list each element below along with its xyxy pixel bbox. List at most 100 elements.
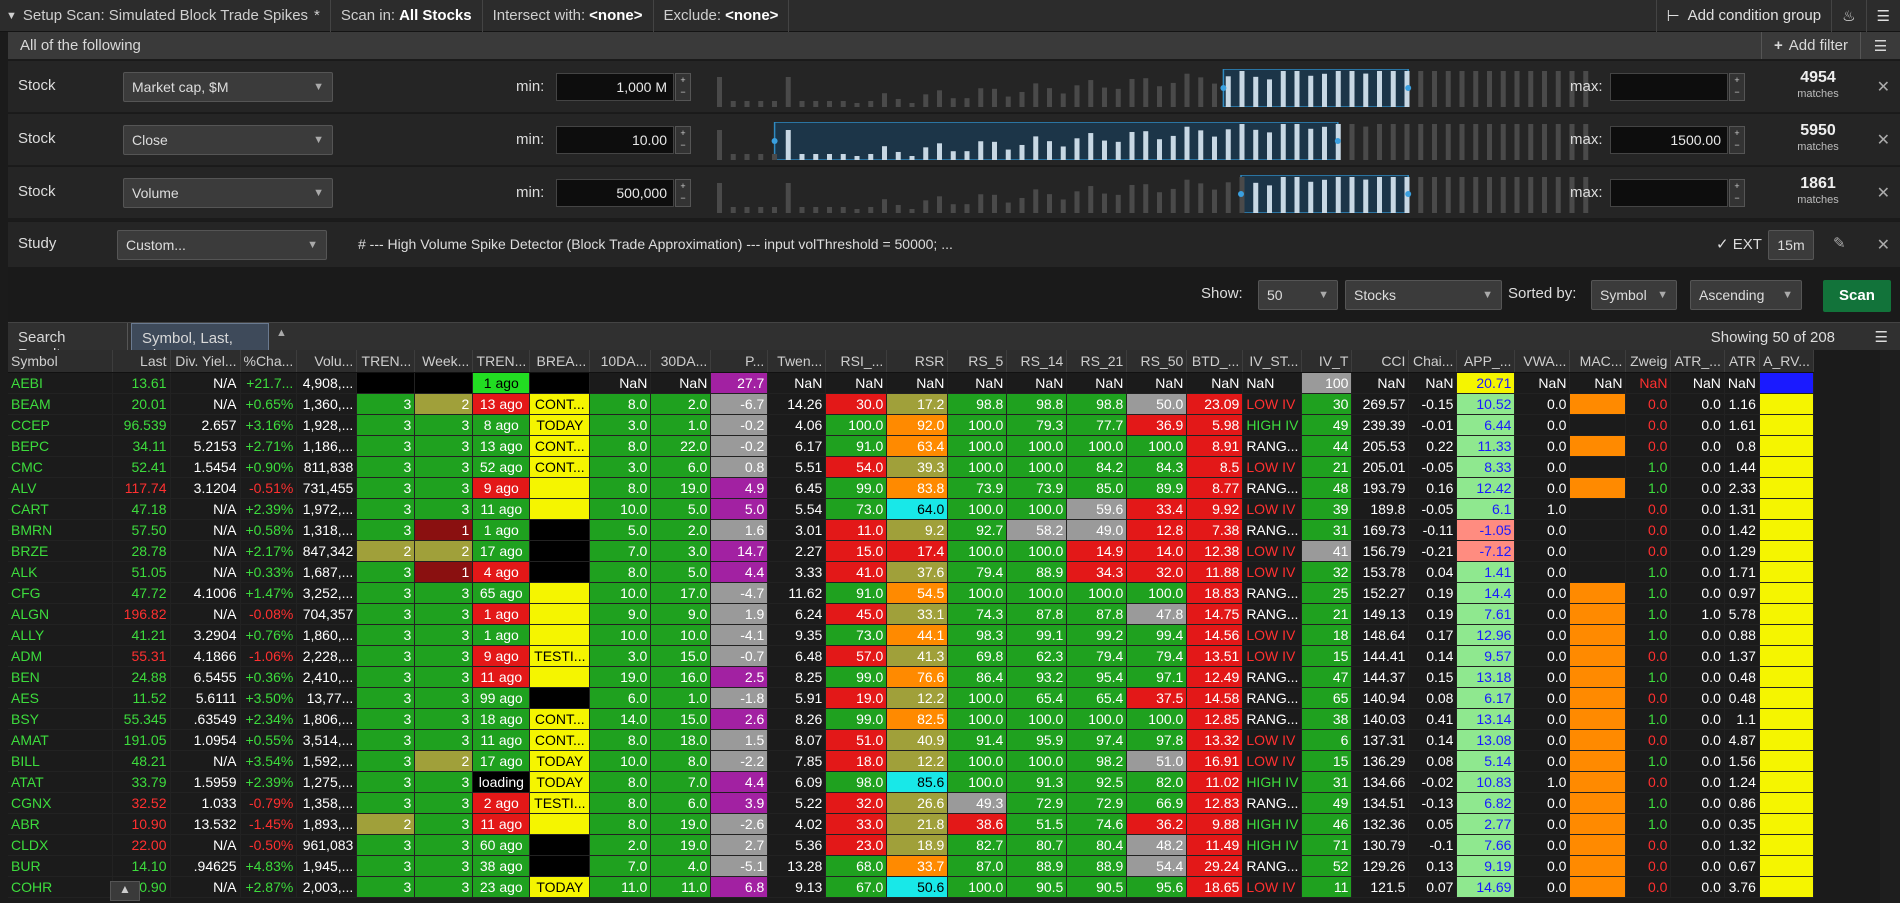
filter-field-dropdown[interactable]: Close ▼ [123, 125, 333, 155]
column-header[interactable]: RS_21 [1066, 350, 1128, 373]
table-row[interactable]: ALK 51.05 N/A +0.33% 1,687,... 3 1 4 ago 8.0 5.0 4… [8, 561, 1814, 583]
column-header[interactable]: Symbol [8, 350, 113, 373]
column-header[interactable]: CCI [1351, 350, 1410, 373]
add-condition-group-button[interactable]: ⊢ Add condition group [1655, 0, 1832, 32]
table-cell[interactable]: BUR [8, 855, 113, 877]
table-cell[interactable]: BEPC [8, 435, 113, 457]
max-stepper[interactable]: + − [1729, 179, 1745, 207]
scan-setup-title[interactable]: ▼ Setup Scan: Simulated Block Trade Spik… [0, 0, 331, 32]
range-handle[interactable] [1238, 191, 1244, 197]
table-cell[interactable]: ADM [8, 645, 113, 667]
table-row[interactable]: AEBI 13.61 N/A +21.7... 4,908,... 1 ago NaN NaN… [8, 372, 1814, 394]
edit-pencil-icon[interactable]: ✎ [1833, 234, 1846, 252]
universe-dropdown[interactable]: Stocks ▼ [1345, 280, 1502, 310]
column-header[interactable]: RSI_... [825, 350, 888, 373]
study-code-preview[interactable]: # --- High Volume Spike Detector (Block … [358, 236, 953, 252]
table-cell[interactable]: CFG [8, 582, 113, 604]
table-row[interactable]: CLDX 22.00 N/A -0.50% 961,083 3 3 60 ago 2.0 19.0… [8, 834, 1814, 856]
range-handle[interactable] [1220, 85, 1227, 91]
column-set-selector[interactable]: Symbol, Last, Di... [131, 323, 269, 364]
search-results-tab[interactable]: Search Results [8, 323, 128, 363]
max-input[interactable]: 1500.00 [1610, 126, 1728, 154]
table-cell[interactable]: BILL [8, 750, 113, 772]
table-cell[interactable]: BRZE [8, 540, 113, 562]
min-stepper[interactable]: + − [675, 73, 691, 101]
filter-field-dropdown[interactable]: Volume ▼ [123, 178, 333, 208]
table-cell[interactable]: ABR [8, 813, 113, 835]
table-row[interactable]: ABR 10.90 13.532 -1.45% 1,893,... 2 3 11 ago 8.0… [8, 813, 1814, 835]
column-header[interactable]: BREA... [529, 350, 591, 373]
table-row[interactable]: AMAT 191.05 1.0954 +0.55% 3,514,... 3 3 11 ago C… [8, 729, 1814, 751]
table-cell[interactable]: ALGN [8, 603, 113, 625]
table-row[interactable]: ATAT 33.79 1.5959 +2.39% 1,275,... 3 3 loading T… [8, 771, 1814, 793]
column-header[interactable]: Volu... [296, 350, 358, 373]
table-row[interactable]: BUR 14.10.94625 +4.83% 1,945,... 3 3 38 ago 7.0… [8, 855, 1814, 877]
aggregation-selector[interactable]: 15m [1768, 230, 1814, 260]
column-header[interactable]: MAC... [1569, 350, 1627, 373]
column-header[interactable]: RS_5 [947, 350, 1008, 373]
sort-field-dropdown[interactable]: Symbol ▼ [1591, 280, 1677, 310]
column-header[interactable]: BTD_... [1186, 350, 1244, 373]
remove-filter-icon[interactable]: ✕ [1877, 183, 1890, 203]
column-header[interactable]: IV_T [1301, 350, 1353, 373]
intersect-selector[interactable]: Intersect with: <none> [483, 0, 654, 32]
table-cell[interactable]: CART [8, 498, 113, 520]
scan-button[interactable]: Scan [1823, 280, 1891, 312]
table-row[interactable]: BEAM 20.01 N/A +0.65% 1,360,... 3 2 13 ago CONT.… [8, 393, 1814, 415]
table-row[interactable]: ALLY 41.21 3.2904 +0.76% 1,860,... 3 3 1 ago 10.… [8, 624, 1814, 646]
table-row[interactable]: BILL 48.21 N/A +3.54% 1,592,... 3 2 17 ago TODAY… [8, 750, 1814, 772]
table-row[interactable]: CMC 52.41 1.5454 +0.90% 811,838 3 3 52 ago CONT.… [8, 456, 1814, 478]
column-set-stepper[interactable]: ▲ [276, 327, 287, 339]
exclude-selector[interactable]: Exclude: <none> [654, 0, 790, 32]
table-cell[interactable]: ATAT [8, 771, 113, 793]
table-row[interactable]: BRZE 28.78 N/A +2.17% 847,342 2 2 17 ago 7.0 3.0 1… [8, 540, 1814, 562]
column-header[interactable]: P... [710, 350, 769, 373]
sort-order-dropdown[interactable]: Ascending ▼ [1690, 280, 1802, 310]
min-stepper[interactable]: + − [675, 126, 691, 154]
column-header[interactable]: 30DA... [650, 350, 712, 373]
column-header[interactable]: RSR [886, 350, 949, 373]
column-header[interactable]: TREN... [356, 350, 416, 373]
min-input[interactable]: 1,000 M [556, 73, 674, 101]
column-header[interactable]: RS_14 [1006, 350, 1068, 373]
column-header[interactable]: APP_... [1456, 350, 1516, 373]
table-row[interactable]: CFG 47.72 4.1006 +1.47% 3,252,... 3 3 65 ago 10.… [8, 582, 1814, 604]
market-cap-histogram[interactable] [713, 69, 1593, 107]
results-menu-icon[interactable]: ☰ [1875, 328, 1888, 346]
table-cell[interactable]: BEAM [8, 393, 113, 415]
table-cell[interactable]: CMC [8, 456, 113, 478]
table-cell[interactable]: BEN [8, 666, 113, 688]
add-filter-button[interactable]: + Add filter [1761, 32, 1860, 59]
range-handle[interactable] [1334, 138, 1341, 144]
table-row[interactable]: CCEP 96.539 2.657 +3.16% 1,928,... 3 3 8 ago TOD… [8, 414, 1814, 436]
range-handle[interactable] [1405, 85, 1412, 91]
table-cell[interactable]: AES [8, 687, 113, 709]
range-handle[interactable] [1405, 191, 1412, 197]
column-header[interactable]: A_RV... [1759, 350, 1814, 373]
table-row[interactable]: CART 47.18 N/A +2.39% 1,972,... 3 3 11 ago 10.0 5… [8, 498, 1814, 520]
column-header[interactable]: Chai... [1408, 350, 1458, 373]
filter-field-dropdown[interactable]: Market cap, $M ▼ [123, 72, 333, 102]
results-scrollbar[interactable] [1880, 350, 1900, 903]
column-header[interactable]: ATR_... [1670, 350, 1725, 373]
table-cell[interactable]: BMRN [8, 519, 113, 541]
table-cell[interactable]: ALK [8, 561, 113, 583]
column-header[interactable]: ATR [1724, 350, 1760, 373]
collapse-panel-icon[interactable]: ▲ [110, 881, 140, 901]
min-input[interactable]: 10.00 [556, 126, 674, 154]
table-row[interactable]: AES 11.52 5.6111 +3.50% 13,77... 3 3 99 ago 6.0 1… [8, 687, 1814, 709]
max-input[interactable] [1610, 73, 1728, 101]
table-cell[interactable]: AEBI [8, 372, 113, 394]
table-cell[interactable]: CCEP [8, 414, 113, 436]
collapse-chevron-icon[interactable]: ▼ [6, 10, 17, 22]
column-header[interactable]: VWA... [1514, 350, 1571, 373]
max-stepper[interactable]: + − [1729, 73, 1745, 101]
table-cell[interactable]: CLDX [8, 834, 113, 856]
remove-filter-icon[interactable]: ✕ [1877, 235, 1890, 255]
group-menu-icon[interactable]: ☰ [1860, 32, 1900, 59]
remove-filter-icon[interactable]: ✕ [1877, 130, 1890, 150]
column-header[interactable]: Zweig [1625, 350, 1672, 373]
close-price-histogram[interactable] [713, 122, 1593, 160]
column-header[interactable]: Div. Yiel... [170, 350, 241, 373]
menu-icon[interactable]: ☰ [1865, 0, 1900, 32]
